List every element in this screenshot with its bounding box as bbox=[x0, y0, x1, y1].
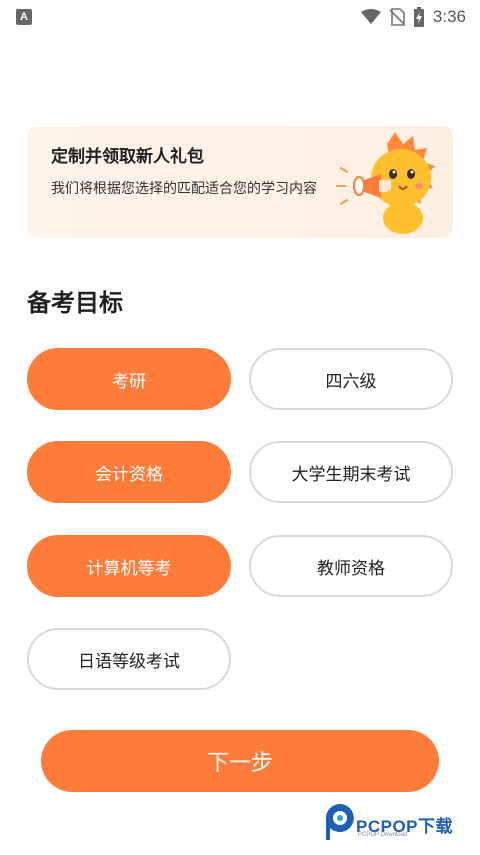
banner-description: 我们将根据您选择的匹配适合您的学习内容 bbox=[51, 181, 317, 197]
watermark-logo: PCPOP下载 PCPOP Download bbox=[324, 800, 474, 844]
battery-charging-icon bbox=[413, 7, 424, 27]
new-user-gift-banner: 定制并领取新人礼包 我们将根据您选择的匹配适合您的学习内容 bbox=[27, 126, 453, 238]
next-button[interactable]: 下一步 bbox=[41, 730, 439, 792]
option-kaoyan[interactable]: 考研 bbox=[27, 348, 231, 410]
app-notification-icon: A bbox=[16, 9, 32, 25]
option-teacher-cert[interactable]: 教师资格 bbox=[249, 535, 453, 597]
mascot-megaphone-icon bbox=[336, 132, 435, 234]
status-left: A bbox=[16, 9, 32, 25]
status-bar: A 3:36 bbox=[0, 0, 480, 34]
pcpop-logo-icon bbox=[326, 804, 354, 840]
watermark-subtext: PCPOP Download bbox=[358, 832, 408, 838]
section-title: 备考目标 bbox=[27, 289, 123, 317]
no-sim-icon bbox=[389, 8, 405, 26]
option-accounting[interactable]: 会计资格 bbox=[27, 441, 231, 503]
option-final-exam[interactable]: 大学生期末考试 bbox=[249, 441, 453, 503]
banner-title: 定制并领取新人礼包 bbox=[51, 147, 204, 167]
option-cet[interactable]: 四六级 bbox=[249, 348, 453, 410]
option-computer-exam[interactable]: 计算机等考 bbox=[27, 535, 231, 597]
clock: 3:36 bbox=[432, 7, 466, 26]
wifi-icon bbox=[360, 9, 381, 24]
option-japanese-exam[interactable]: 日语等级考试 bbox=[27, 628, 231, 690]
status-right: 3:36 bbox=[360, 7, 466, 27]
